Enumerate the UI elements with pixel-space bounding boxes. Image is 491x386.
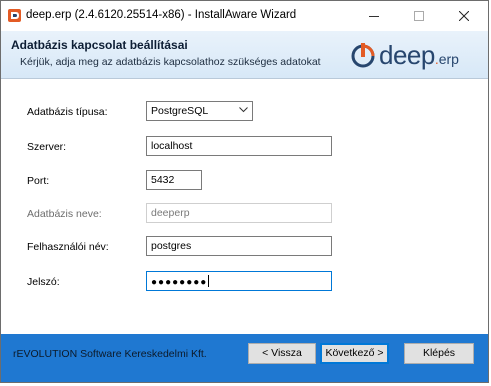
server-input[interactable]: localhost [146, 136, 332, 156]
window-title: deep.erp (2.4.6120.25514-x86) - InstallA… [26, 9, 297, 21]
password-label: Jelszó: [27, 276, 60, 288]
maximize-button[interactable] [401, 1, 437, 31]
password-row: Jelszó: ●●●●●●●● [1, 271, 488, 293]
db-name-input[interactable]: deeperp [146, 203, 332, 223]
deeperp-app-icon [8, 9, 21, 22]
minimize-icon [369, 16, 379, 17]
port-input[interactable]: 5432 [146, 170, 202, 190]
wizard-header: Adatbázis kapcsolat beállításai Kérjük, … [1, 31, 488, 79]
next-button[interactable]: Következő > [320, 343, 389, 364]
page-title: Adatbázis kapcsolat beállításai [11, 38, 188, 52]
password-value: ●●●●●●●● [151, 277, 208, 288]
installer-window: deep.erp (2.4.6120.25514-x86) - InstallA… [0, 0, 489, 383]
company-name: rEVOLUTION Software Kereskedelmi Kft. [13, 348, 207, 360]
chevron-down-icon [239, 107, 248, 113]
back-button[interactable]: < Vissza [248, 343, 316, 364]
db-type-label: Adatbázis típusa: [27, 106, 108, 118]
text-caret [208, 275, 210, 287]
close-icon [459, 11, 469, 21]
db-name-row: Adatbázis neve: deeperp [1, 203, 488, 225]
username-row: Felhasználói név: postgres [1, 236, 488, 258]
db-type-select[interactable]: PostgreSQL [146, 101, 253, 121]
logo-wordmark: deep.erp [379, 40, 459, 74]
deep-erp-logo-icon [351, 43, 375, 68]
server-label: Szerver: [27, 141, 67, 153]
wizard-footer: rEVOLUTION Software Kereskedelmi Kft. < … [1, 334, 488, 382]
logo-main: deep [379, 40, 435, 70]
db-name-label: Adatbázis neve: [27, 208, 102, 220]
port-label: Port: [27, 175, 50, 187]
db-type-row: Adatbázis típusa: PostgreSQL [1, 101, 488, 123]
username-label: Felhasználói név: [27, 241, 109, 253]
server-row: Szerver: localhost [1, 136, 488, 158]
maximize-icon [414, 11, 424, 21]
deep-erp-logo: deep.erp [350, 40, 480, 70]
page-subtitle: Kérjük, adja meg az adatbázis kapcsolath… [20, 56, 321, 68]
title-bar: deep.erp (2.4.6120.25514-x86) - InstallA… [1, 1, 488, 31]
username-input[interactable]: postgres [146, 236, 332, 256]
close-button[interactable] [446, 1, 482, 31]
password-input[interactable]: ●●●●●●●● [146, 271, 332, 291]
minimize-button[interactable] [356, 1, 392, 31]
db-type-value: PostgreSQL [151, 105, 209, 117]
port-row: Port: 5432 [1, 170, 488, 192]
logo-suffix: erp [438, 51, 459, 67]
install-button[interactable]: Klépés [404, 343, 474, 364]
